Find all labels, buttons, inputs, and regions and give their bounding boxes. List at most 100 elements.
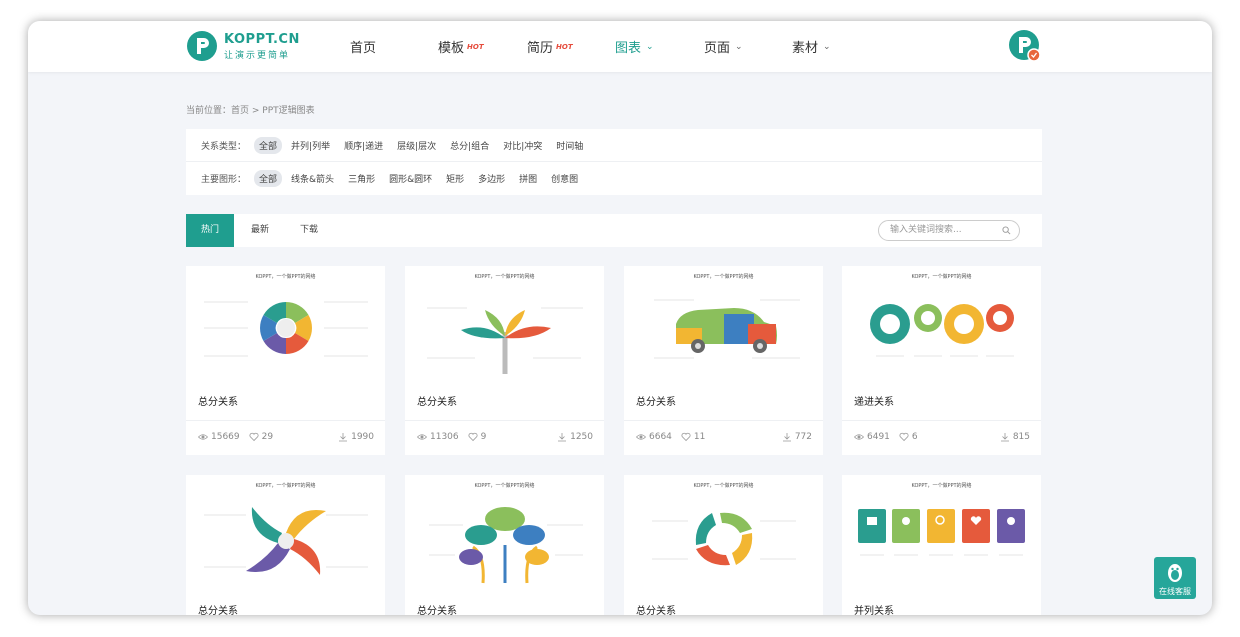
- sort-tabs: 热门 最新 下载 输入关键词搜索...: [186, 214, 1042, 247]
- chevron-down-icon: ⌄: [735, 41, 743, 52]
- filter-panel: 关系类型： 全部 并列|列举 顺序|递进 层级|层次 总分|组合 对比|冲突 时…: [186, 129, 1042, 195]
- thumb-caption: KOPPT，一个做PPT的网络: [693, 273, 753, 280]
- browser-frame: KOPPT.CN 让演示更简单 首页 模板 HOT 简历 HOT 图表 ⌄ 页面 ⌄ 素…: [28, 21, 1212, 615]
- view-count: 11306: [430, 432, 459, 442]
- filter-option-all[interactable]: 全部: [254, 170, 283, 187]
- user-avatar[interactable]: [1008, 29, 1042, 63]
- template-card[interactable]: KOPPT，一个做PPT的网络 并列关系: [842, 475, 1041, 615]
- nav-home-label: 首页: [350, 41, 377, 56]
- filter-option[interactable]: 圆形&圆环: [384, 170, 437, 187]
- logo-text: KOPPT.CN 让演示更简单: [224, 32, 300, 61]
- hot-badge: HOT: [556, 42, 573, 51]
- nav-pages-label: 页面: [704, 41, 731, 56]
- nav-templates-label: 模板: [438, 41, 465, 56]
- breadcrumb: 当前位置：首页 > PPT逻辑图表: [186, 106, 315, 116]
- template-card[interactable]: KOPPT，一个做PPT的网络 总分关系 6664 11 772: [624, 266, 823, 455]
- card-title[interactable]: 并列关系: [854, 602, 894, 615]
- filter-option[interactable]: 总分|组合: [445, 137, 494, 154]
- card-stats: 11306 9 1250: [417, 432, 593, 442]
- card-title[interactable]: 总分关系: [636, 602, 676, 615]
- card-title[interactable]: 总分关系: [417, 393, 457, 408]
- template-card[interactable]: KOPPT，一个做PPT的网络 递进关系 6491 6 815: [842, 266, 1041, 455]
- card-title[interactable]: 总分关系: [198, 393, 238, 408]
- filter-label: 主要图形：: [201, 175, 247, 185]
- nav-templates[interactable]: 模板 HOT: [438, 21, 484, 72]
- filter-option-all[interactable]: 全部: [254, 136, 283, 154]
- eye-icon: [417, 434, 427, 440]
- brand-name: KOPPT.CN: [224, 31, 300, 47]
- download-count: 815: [1012, 432, 1030, 442]
- nav-materials[interactable]: 素材 ⌄: [792, 21, 831, 72]
- nav-charts-label: 图表: [615, 41, 642, 56]
- card-thumbnail[interactable]: KOPPT，一个做PPT的网络: [624, 266, 823, 384]
- card-thumbnail[interactable]: KOPPT，一个做PPT的网络: [186, 475, 385, 593]
- thumb-caption: KOPPT，一个做PPT的网络: [911, 273, 971, 280]
- tab-downloads[interactable]: 下载: [285, 214, 333, 247]
- filter-option[interactable]: 多边形: [473, 170, 510, 187]
- nav-resume[interactable]: 简历 HOT: [527, 21, 573, 72]
- template-card[interactable]: KOPPT，一个做PPT的网络 总分关系: [186, 475, 385, 615]
- thumb-caption: KOPPT，一个做PPT的网络: [255, 482, 315, 489]
- online-service-button[interactable]: 在线客服: [1154, 557, 1196, 599]
- online-service-label: 在线客服: [1159, 587, 1191, 596]
- heart-icon[interactable]: [681, 432, 691, 442]
- template-card[interactable]: KOPPT，一个做PPT的网络 总分关系: [624, 475, 823, 615]
- card-thumbnail[interactable]: KOPPT，一个做PPT的网络: [186, 266, 385, 384]
- search-icon[interactable]: [1002, 226, 1011, 235]
- card-thumbnail[interactable]: KOPPT，一个做PPT的网络: [624, 475, 823, 593]
- card-thumbnail[interactable]: KOPPT，一个做PPT的网络: [405, 475, 604, 593]
- download-count: 1250: [570, 432, 593, 442]
- like-count: 29: [261, 432, 274, 442]
- heart-icon[interactable]: [468, 432, 478, 442]
- card-thumbnail[interactable]: KOPPT，一个做PPT的网络: [842, 475, 1041, 593]
- card-title[interactable]: 总分关系: [198, 602, 238, 615]
- eye-icon: [636, 434, 646, 440]
- filter-option[interactable]: 线条&箭头: [286, 170, 339, 187]
- filter-option[interactable]: 创意图: [546, 170, 583, 187]
- tab-hot[interactable]: 热门: [186, 214, 234, 247]
- like-count: 11: [693, 432, 706, 442]
- nav-charts[interactable]: 图表 ⌄: [615, 21, 654, 72]
- search-input[interactable]: 输入关键词搜索...: [878, 220, 1020, 241]
- download-icon[interactable]: [782, 432, 792, 442]
- thumb-caption: KOPPT，一个做PPT的网络: [693, 482, 753, 489]
- filter-option[interactable]: 矩形: [441, 170, 469, 187]
- card-thumbnail[interactable]: KOPPT，一个做PPT的网络: [842, 266, 1041, 384]
- like-count: 9: [480, 432, 487, 442]
- nav-pages[interactable]: 页面 ⌄: [704, 21, 743, 72]
- template-card[interactable]: KOPPT，一个做PPT的网络 总分关系 15669 29 1990: [186, 266, 385, 455]
- view-count: 6491: [867, 432, 890, 442]
- view-count: 15669: [211, 432, 240, 442]
- card-stats: 15669 29 1990: [198, 432, 374, 442]
- brand-slogan: 让演示更简单: [224, 50, 291, 61]
- filter-option[interactable]: 对比|冲突: [498, 137, 547, 154]
- heart-icon[interactable]: [249, 432, 259, 442]
- site-logo[interactable]: KOPPT.CN 让演示更简单: [186, 30, 300, 62]
- filter-option[interactable]: 拼图: [514, 170, 542, 187]
- card-thumbnail[interactable]: KOPPT，一个做PPT的网络: [405, 266, 604, 384]
- heart-icon[interactable]: [899, 432, 909, 442]
- logo-mark-icon: [187, 31, 217, 61]
- card-title[interactable]: 递进关系: [854, 393, 894, 408]
- tab-latest[interactable]: 最新: [236, 214, 284, 247]
- download-count: 772: [794, 432, 812, 442]
- template-card[interactable]: KOPPT，一个做PPT的网络 总分关系 11306 9 1250: [405, 266, 604, 455]
- nav-home[interactable]: 首页: [350, 21, 376, 72]
- filter-option[interactable]: 顺序|递进: [339, 137, 388, 154]
- card-title[interactable]: 总分关系: [417, 602, 457, 615]
- card-stats: 6664 11 772: [636, 432, 812, 442]
- filter-option[interactable]: 并列|列举: [286, 137, 335, 154]
- card-stats: 6491 6 815: [854, 432, 1030, 442]
- download-icon[interactable]: [338, 432, 348, 442]
- filter-option[interactable]: 三角形: [343, 170, 380, 187]
- template-card[interactable]: KOPPT，一个做PPT的网络 总分关系: [405, 475, 604, 615]
- thumb-caption: KOPPT，一个做PPT的网络: [474, 482, 534, 489]
- download-icon[interactable]: [557, 432, 567, 442]
- chevron-down-icon: ⌄: [823, 41, 831, 52]
- filter-option[interactable]: 层级|层次: [392, 137, 441, 154]
- filter-row-relation: 关系类型： 全部 并列|列举 顺序|递进 层级|层次 总分|组合 对比|冲突 时…: [186, 129, 1042, 162]
- download-icon[interactable]: [1000, 432, 1010, 442]
- view-count: 6664: [649, 432, 672, 442]
- card-title[interactable]: 总分关系: [636, 393, 676, 408]
- filter-option[interactable]: 时间轴: [551, 137, 588, 154]
